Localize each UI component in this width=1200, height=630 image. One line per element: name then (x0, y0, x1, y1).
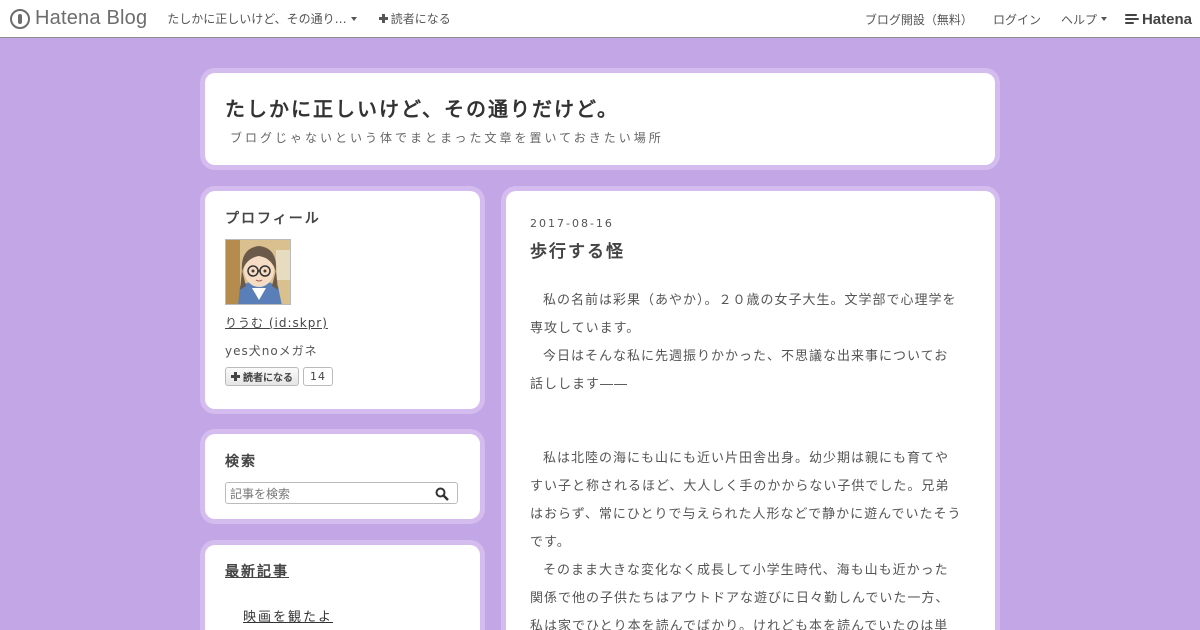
subscribe-widget: 読者になる 14 (225, 367, 333, 386)
search-input[interactable] (226, 484, 426, 504)
subscribe-link-label: 読者になる (390, 12, 451, 26)
profile-module: プロフィール りうむ (id:skpr) yes犬noメガネ 読者になる 14 (205, 191, 480, 409)
blog-title[interactable]: たしかに正しいけど、その通りだけど。 (225, 93, 619, 122)
search-module: 検索 (205, 434, 480, 519)
caret-down-icon (1100, 17, 1107, 21)
entry-title[interactable]: 歩行する怪 (530, 237, 625, 262)
entry-date[interactable]: 2017-08-16 (530, 217, 614, 230)
caret-down-icon (350, 16, 357, 21)
help-label: ヘルプ (1060, 12, 1097, 27)
search-heading: 検索 (225, 454, 257, 470)
start-blog-link[interactable]: ブログ開設（無料） (865, 11, 973, 28)
hatena-blog-logo-icon (10, 8, 30, 29)
recent-entry-link[interactable]: 映画を観たよ (243, 606, 333, 625)
logo-text: Hatena Blog (35, 7, 148, 29)
subscribe-link[interactable]: 読者になる (378, 10, 451, 27)
profile-description: yes犬noメガネ (225, 344, 318, 358)
subscribe-button-label: 読者になる (243, 373, 293, 384)
entry-paragraph: そのまま大きな変化なく成長して小学生時代、海も山も近かった関係で他の子供たちはア… (530, 563, 950, 630)
blog-description: ブログじゃないという体でまとまった文章を置いておきたい場所 (230, 131, 664, 145)
hatena-logo-text: Hatena (1141, 10, 1192, 28)
blog-header: たしかに正しいけど、その通りだけど。 ブログじゃないという体でまとまった文章を置… (205, 73, 995, 165)
profile-id-link[interactable]: りうむ (id:skpr) (225, 314, 328, 331)
plus-icon (378, 14, 388, 23)
subscribe-button[interactable]: 読者になる (225, 367, 299, 386)
entry-body: 私の名前は彩果（あやか）。２０歳の女子大生。文学部で心理学を専攻しています。 今… (530, 287, 962, 630)
global-header: Hatena Blog たしかに正しいけど、その通り… 読者になる ブログ開設（… (0, 0, 1200, 38)
blog-name-menu[interactable]: たしかに正しいけど、その通り… (167, 10, 357, 27)
profile-heading: プロフィール (225, 211, 321, 227)
search-form (225, 482, 458, 504)
blog-name-label: たしかに正しいけど、その通り… (167, 12, 347, 26)
entry-paragraph: 私の名前は彩果（あやか）。２０歳の女子大生。文学部で心理学を専攻しています。 (530, 293, 957, 336)
entry-paragraph: 私は北陸の海にも山にも近い片田舎出身。幼少期は親にも育てやすい子と称されるほど、… (530, 451, 962, 550)
hatena-logo[interactable]: Hatena (1124, 10, 1192, 28)
recent-entries-module: 最新記事 映画を観たよ (205, 545, 480, 630)
recent-heading[interactable]: 最新記事 (225, 561, 289, 581)
avatar-image (226, 240, 290, 304)
help-menu[interactable]: ヘルプ (1061, 11, 1107, 28)
login-link[interactable]: ログイン (993, 11, 1041, 28)
subscriber-count[interactable]: 14 (303, 367, 333, 386)
search-icon[interactable] (435, 487, 449, 501)
entry: 2017-08-16 歩行する怪 私の名前は彩果（あやか）。２０歳の女子大生。文… (506, 191, 995, 630)
hatena-blog-logo[interactable]: Hatena Blog (10, 0, 147, 38)
plus-icon (231, 372, 240, 381)
global-header-right: ブログ開設（無料） ログイン ヘルプ Hatena (845, 0, 1192, 38)
entry-paragraph: 今日はそんな私に先週振りかかった、不思議な出来事についてお話しします―― (530, 349, 949, 392)
avatar[interactable] (225, 239, 291, 305)
hatena-logo-icon (1124, 14, 1139, 24)
